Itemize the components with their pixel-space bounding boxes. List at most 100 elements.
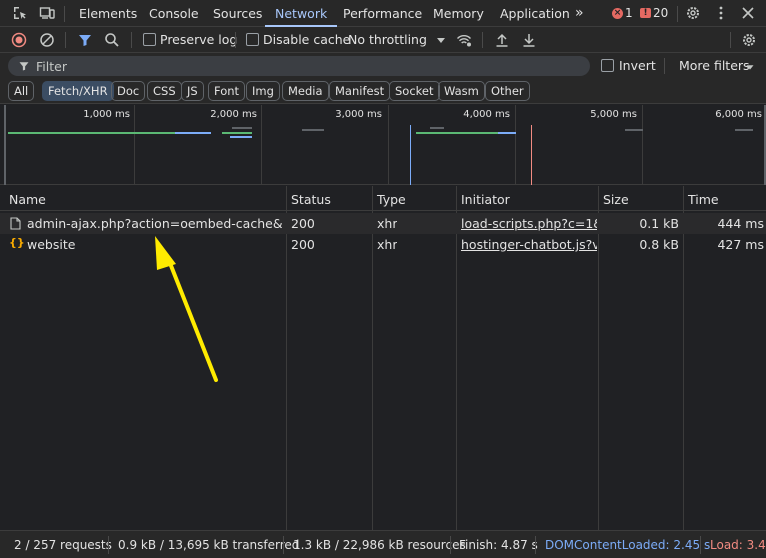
preserve-log-checkbox[interactable] xyxy=(143,33,156,46)
request-size: 0.1 kB xyxy=(639,216,679,231)
overview-tick-label: 6,000 ms xyxy=(715,109,762,120)
column-type[interactable]: Type xyxy=(377,192,406,207)
chip-css[interactable]: CSS xyxy=(147,81,182,101)
tab-network[interactable]: Network xyxy=(265,0,338,27)
more-tabs-icon[interactable]: » xyxy=(575,0,584,27)
requests-table: Name Status Type Initiator Size Time adm… xyxy=(0,186,766,530)
column-size[interactable]: Size xyxy=(603,192,629,207)
clear-icon[interactable] xyxy=(39,32,55,48)
settings-icon[interactable] xyxy=(685,5,701,21)
table-header: Name Status Type Initiator Size Time xyxy=(0,186,766,211)
overview-tick-label: 5,000 ms xyxy=(590,109,637,120)
chip-js[interactable]: JS xyxy=(181,81,204,101)
inspect-element-icon[interactable] xyxy=(12,5,28,21)
filter-icon[interactable] xyxy=(77,32,93,48)
column-time[interactable]: Time xyxy=(688,192,719,207)
overview-bar xyxy=(222,132,252,134)
separator xyxy=(64,6,65,22)
throttling-select[interactable]: No throttling xyxy=(348,33,427,47)
separator xyxy=(730,32,731,48)
column-name[interactable]: Name xyxy=(9,192,46,207)
tab-elements[interactable]: Elements xyxy=(79,0,137,27)
request-size: 0.8 kB xyxy=(639,237,679,252)
resource-type-filter: All Fetch/XHR Doc CSS JS Font Img Media … xyxy=(0,79,766,104)
overview-tick xyxy=(388,105,389,185)
chip-wasm[interactable]: Wasm xyxy=(438,81,485,101)
separator xyxy=(450,536,451,554)
table-row[interactable]: {} website 200 xhr hostinger-chatbot.js?… xyxy=(0,234,766,255)
request-count: 2 / 257 requests xyxy=(14,538,112,552)
request-status: 200 xyxy=(291,216,315,231)
export-har-icon[interactable] xyxy=(521,32,537,48)
separator xyxy=(700,536,701,554)
separator xyxy=(482,32,483,48)
separator xyxy=(535,536,536,554)
tab-memory[interactable]: Memory xyxy=(433,0,484,27)
network-conditions-icon[interactable] xyxy=(456,32,472,48)
tab-console[interactable]: Console xyxy=(149,0,199,27)
network-overview[interactable]: 1,000 ms 2,000 ms 3,000 ms 4,000 ms 5,00… xyxy=(0,105,766,185)
chip-manifest[interactable]: Manifest xyxy=(329,81,391,101)
invert-checkbox[interactable] xyxy=(601,59,614,72)
error-badge[interactable]: × 1 xyxy=(612,6,633,20)
import-har-icon[interactable] xyxy=(494,32,510,48)
separator xyxy=(65,32,66,48)
error-count: 1 xyxy=(625,6,633,20)
request-initiator-link[interactable]: load-scripts.php?c=1&loa xyxy=(461,216,597,231)
overview-tick-label: 3,000 ms xyxy=(335,109,382,120)
overview-tick-label: 4,000 ms xyxy=(463,109,510,120)
chip-doc[interactable]: Doc xyxy=(111,81,146,101)
request-name: admin-ajax.php?action=oembed-cache&post.… xyxy=(27,216,282,231)
separator xyxy=(108,536,109,554)
tab-performance[interactable]: Performance xyxy=(343,0,422,27)
chip-img[interactable]: Img xyxy=(246,81,280,101)
status-bar: 2 / 257 requests 0.9 kB / 13,695 kB tran… xyxy=(0,530,766,558)
request-time: 427 ms xyxy=(717,237,764,252)
more-options-icon[interactable] xyxy=(713,5,729,21)
request-name: website xyxy=(27,237,76,252)
separator xyxy=(131,32,132,48)
record-icon[interactable] xyxy=(11,32,27,48)
device-toolbar-icon[interactable] xyxy=(39,5,55,21)
separator xyxy=(235,32,236,48)
chip-socket[interactable]: Socket xyxy=(389,81,440,101)
filter-icon xyxy=(19,62,29,71)
request-type: xhr xyxy=(377,216,398,231)
request-status: 200 xyxy=(291,237,315,252)
chip-font[interactable]: Font xyxy=(208,81,246,101)
load-time: Load: 3.42 xyxy=(710,538,766,552)
chip-media[interactable]: Media xyxy=(282,81,329,101)
chip-all[interactable]: All xyxy=(8,81,35,101)
column-status[interactable]: Status xyxy=(291,192,331,207)
overview-handle-left[interactable] xyxy=(4,105,6,185)
disable-cache-checkbox[interactable] xyxy=(246,33,259,46)
chip-fetch-xhr[interactable]: Fetch/XHR xyxy=(42,81,114,101)
warning-badge[interactable]: ! 20 xyxy=(640,6,668,20)
separator xyxy=(677,6,678,22)
filter-input[interactable]: Filter xyxy=(8,56,590,76)
more-filters-button[interactable]: More filters xyxy=(679,59,750,73)
json-icon: {} xyxy=(9,236,25,249)
filter-row: Filter Invert More filters xyxy=(0,53,766,79)
chevron-down-icon xyxy=(746,65,754,70)
request-initiator-link[interactable]: hostinger-chatbot.js?ver= xyxy=(461,237,597,252)
invert-label: Invert xyxy=(619,58,656,73)
search-icon[interactable] xyxy=(104,32,120,48)
request-time: 444 ms xyxy=(717,216,764,231)
resources-size: 1.3 kB / 22,986 kB resources xyxy=(293,538,466,552)
dom-content-loaded-marker xyxy=(410,125,411,185)
separator xyxy=(283,536,284,554)
overview-bar xyxy=(230,136,252,138)
overview-bar xyxy=(625,129,643,131)
close-icon[interactable] xyxy=(740,5,756,21)
overview-bar xyxy=(498,132,516,134)
tab-application[interactable]: Application xyxy=(500,0,570,27)
error-icon: × xyxy=(612,7,623,19)
overview-tick xyxy=(642,105,643,185)
tab-sources[interactable]: Sources xyxy=(213,0,262,27)
table-row[interactable]: admin-ajax.php?action=oembed-cache&post.… xyxy=(0,213,766,234)
network-settings-icon[interactable] xyxy=(741,32,757,48)
dropdown-arrow-icon xyxy=(437,38,445,43)
column-initiator[interactable]: Initiator xyxy=(461,192,510,207)
chip-other[interactable]: Other xyxy=(485,81,530,101)
